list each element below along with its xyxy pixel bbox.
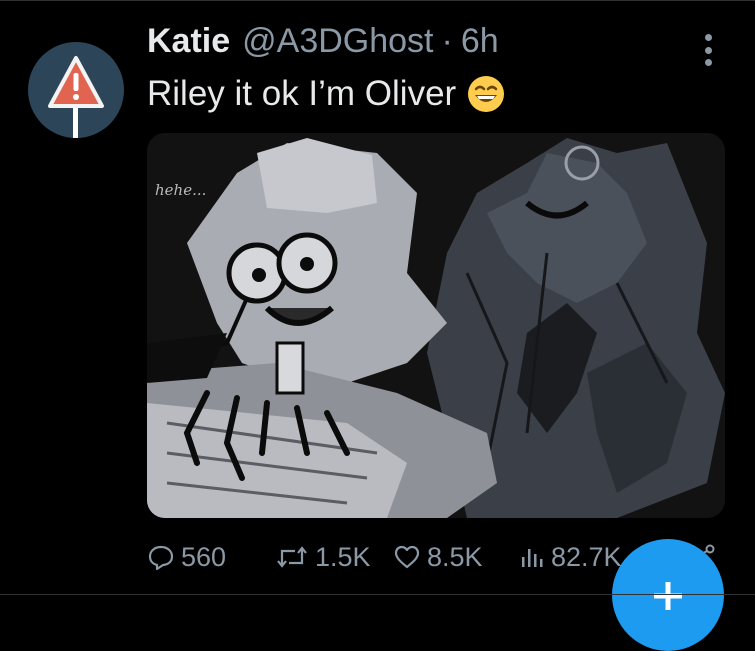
author-name[interactable]: Katie xyxy=(147,22,230,61)
tweet-text: Riley it ok I’m Oliver xyxy=(147,74,506,114)
avatar[interactable] xyxy=(28,42,124,138)
repost-icon xyxy=(277,546,307,568)
bottom-divider xyxy=(0,594,755,595)
reply-count: 560 xyxy=(181,541,227,572)
reply-icon xyxy=(148,545,174,571)
more-vertical-icon[interactable] xyxy=(694,28,722,72)
repost-count: 1.5K xyxy=(315,541,371,572)
tweet-media[interactable]: hehe... xyxy=(147,133,725,518)
like-button[interactable]: 8.5K xyxy=(393,537,483,577)
artwork-image xyxy=(147,133,725,518)
author-handle[interactable]: @A3DGhost xyxy=(242,22,433,61)
artwork-caption: hehe... xyxy=(155,181,207,199)
grinning-emoji-icon xyxy=(468,76,505,112)
reply-button[interactable]: 560 xyxy=(147,537,226,577)
views-count: 82.7K xyxy=(551,541,622,572)
timestamp[interactable]: 6h xyxy=(461,22,499,61)
views-button[interactable]: 82.7K xyxy=(519,537,622,577)
tweet-text-content: Riley it ok I’m Oliver xyxy=(147,74,457,113)
warning-sign-icon xyxy=(48,56,104,138)
compose-button[interactable] xyxy=(612,539,724,651)
tweet-header: Katie @A3DGhost · 6h xyxy=(147,22,499,68)
heart-icon xyxy=(394,545,420,569)
plus-icon xyxy=(654,582,682,610)
separator-dot: · xyxy=(441,22,453,60)
repost-button[interactable]: 1.5K xyxy=(275,537,371,577)
top-divider xyxy=(0,0,755,1)
like-count: 8.5K xyxy=(427,541,483,572)
views-icon xyxy=(522,549,543,567)
